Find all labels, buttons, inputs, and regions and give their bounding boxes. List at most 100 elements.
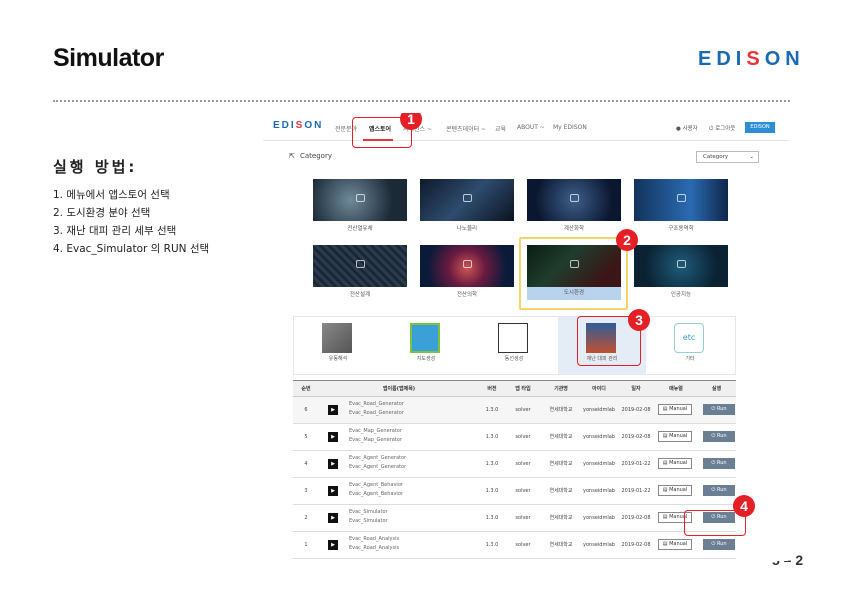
- cell-app-name[interactable]: Evac_Road_Analysis Evac_Road_Analysis: [349, 532, 479, 559]
- cell-org: 연세대학교: [549, 461, 573, 467]
- table-row: 1 1.3.0 solver 연세대학교 yonseidmlab 2019-02-08 ▶ E…: [293, 532, 736, 559]
- app-title: Evac_Road_Analysis: [349, 545, 400, 551]
- power-icon: ⏻: [711, 460, 716, 466]
- book-icon: ▤: [662, 487, 668, 493]
- app-name: Evac_Map_Generator: [349, 428, 402, 434]
- divider: [53, 100, 790, 102]
- step-item: 1. 메뉴에서 앱스토어 선택: [53, 189, 170, 201]
- user-link[interactable]: ● 사용자: [676, 124, 698, 132]
- run-button[interactable]: ⏻ Run: [703, 485, 735, 496]
- cell-type: solver: [515, 434, 531, 440]
- book-icon: ▤: [662, 406, 668, 412]
- play-icon[interactable]: ▶: [328, 459, 338, 469]
- cell-ver: 1.3.0: [485, 434, 499, 440]
- cell-org: 연세대학교: [549, 434, 573, 440]
- tile-nano[interactable]: 나노물리: [420, 179, 514, 234]
- app-title: Evac_Road_Generator: [349, 410, 404, 416]
- cell-org: 연세대학교: [549, 488, 573, 494]
- manual-button[interactable]: ▤ Manual: [658, 431, 692, 442]
- edison-logo: EDISON: [698, 48, 805, 70]
- table-row: 6 1.3.0 solver 연세대학교 yonseidmlab 2019-02-08 ▶ E…: [293, 397, 736, 424]
- step-marker-4: 4: [733, 495, 755, 517]
- nav-item-content[interactable]: 콘텐츠데이터 ~: [446, 124, 486, 133]
- cell-no: 3: [304, 488, 308, 494]
- cell-no: 1: [304, 542, 308, 548]
- steps-list: 1. 메뉴에서 앱스토어 선택 2. 도시환경 분야 선택 3. 재난 대피 관…: [53, 186, 209, 258]
- book-icon: ▤: [662, 514, 668, 520]
- user-icon: ●: [676, 126, 681, 132]
- logout-link[interactable]: ⏻ 로그아웃: [709, 124, 735, 133]
- run-button[interactable]: ⏻ Run: [703, 431, 735, 442]
- book-icon: ▤: [662, 541, 668, 547]
- power-icon: ⏻: [709, 126, 714, 132]
- cell-type: solver: [515, 407, 531, 413]
- cell-ver: 1.3.0: [485, 515, 499, 521]
- tile-ai[interactable]: 인공지능: [634, 245, 728, 300]
- step-item: 2. 도시환경 분야 선택: [53, 207, 151, 219]
- manual-button[interactable]: ▤ Manual: [658, 485, 692, 496]
- subcategory-row: 유동해석 지도생성 동선생성 재난 대피 관리 etc 기타: [293, 316, 736, 375]
- camera-icon: [356, 194, 365, 202]
- app-title: Evac_Agent_Behavior: [349, 491, 403, 497]
- cell-app-name[interactable]: Evac_Road_Generator Evac_Road_Generator: [349, 397, 479, 424]
- power-icon: ⏻: [711, 433, 716, 439]
- book-icon: ▤: [662, 433, 668, 439]
- category-label: Category: [300, 152, 332, 160]
- edison-button[interactable]: EDISON: [745, 122, 775, 133]
- manual-button[interactable]: ▤ Manual: [658, 539, 692, 550]
- nav-item-about[interactable]: ABOUT ~: [517, 124, 545, 131]
- app-name: Evac_Road_Analysis: [349, 536, 400, 542]
- step-item: 3. 재난 대피 관리 세부 선택: [53, 225, 177, 237]
- cell-app-name[interactable]: Evac_Agent_Behavior Evac_Agent_Behavior: [349, 478, 479, 505]
- cell-date: 2019-01-22: [621, 461, 651, 467]
- cell-date: 2019-02-08: [621, 407, 651, 413]
- cell-org: 연세대학교: [549, 515, 573, 521]
- table-header: 순번 앱이름(앱제목) 버전 앱 타입 기관명 아이디 일자 매뉴얼 실행: [293, 380, 736, 397]
- cell-org: 연세대학교: [549, 407, 573, 413]
- tile-cfd[interactable]: 전산열유체: [313, 179, 407, 234]
- tile-chem[interactable]: 계산화학: [527, 179, 621, 234]
- manual-button[interactable]: ▤ Manual: [658, 458, 692, 469]
- subcategory-flow[interactable]: 유동해석: [294, 317, 382, 375]
- cell-no: 4: [304, 461, 308, 467]
- nav-item-education[interactable]: 교육: [495, 124, 506, 133]
- table-row: 5 1.3.0 solver 연세대학교 yonseidmlab 2019-02-08 ▶ E…: [293, 424, 736, 451]
- play-icon[interactable]: ▶: [328, 405, 338, 415]
- play-icon[interactable]: ▶: [328, 432, 338, 442]
- run-button[interactable]: ⏻ Run: [703, 458, 735, 469]
- cell-no: 5: [304, 434, 308, 440]
- cell-app-name[interactable]: Evac_Simulator Evac_Simulator: [349, 505, 479, 532]
- step-marker-2: 2: [616, 229, 638, 251]
- cell-id: yonseidmlab: [583, 515, 615, 521]
- category-select[interactable]: Category ⌄: [696, 151, 759, 163]
- run-button[interactable]: ⏻ Run: [703, 404, 735, 415]
- top-nav: EDISON 전문분야 앱스토어 사이언스 ~ 콘텐츠데이터 ~ 교육 ABOU…: [263, 113, 788, 141]
- map-icon: [410, 323, 440, 353]
- tile-design[interactable]: 전산설계: [313, 245, 407, 300]
- cell-app-name[interactable]: Evac_Agent_Generator Evac_Agent_Generator: [349, 451, 479, 478]
- tile-medical[interactable]: 전산의학: [420, 245, 514, 300]
- camera-icon: [677, 260, 686, 268]
- camera-icon: [463, 260, 472, 268]
- app-title: Evac_Simulator: [349, 518, 388, 524]
- play-icon[interactable]: ▶: [328, 486, 338, 496]
- table-row: 2 1.3.0 solver 연세대학교 yonseidmlab 2019-02-08 ▶ E…: [293, 505, 736, 532]
- cell-app-name[interactable]: Evac_Map_Generator Evac_Map_Generator: [349, 424, 479, 451]
- power-icon: ⏻: [711, 541, 716, 547]
- play-icon[interactable]: ▶: [328, 513, 338, 523]
- flow-icon: [322, 323, 352, 353]
- subcategory-route[interactable]: 동선생성: [470, 317, 558, 375]
- manual-button[interactable]: ▤ Manual: [658, 404, 692, 415]
- chevron-down-icon: ⌄: [749, 154, 754, 160]
- nav-logo[interactable]: EDISON: [273, 120, 323, 131]
- tile-struct[interactable]: 구조동역학: [634, 179, 728, 234]
- cell-org: 연세대학교: [549, 542, 573, 548]
- app-name: Evac_Agent_Generator: [349, 455, 407, 461]
- subcategory-etc[interactable]: etc 기타: [646, 317, 734, 375]
- selected-tile-frame: [519, 237, 628, 310]
- play-icon[interactable]: ▶: [328, 540, 338, 550]
- nav-item-my-edison[interactable]: My EDISON: [553, 124, 587, 131]
- subcategory-map[interactable]: 지도생성: [382, 317, 470, 375]
- run-button[interactable]: ⏻ Run: [703, 539, 735, 550]
- app-screenshot: EDISON 전문분야 앱스토어 사이언스 ~ 콘텐츠데이터 ~ 교육 ABOU…: [263, 113, 788, 561]
